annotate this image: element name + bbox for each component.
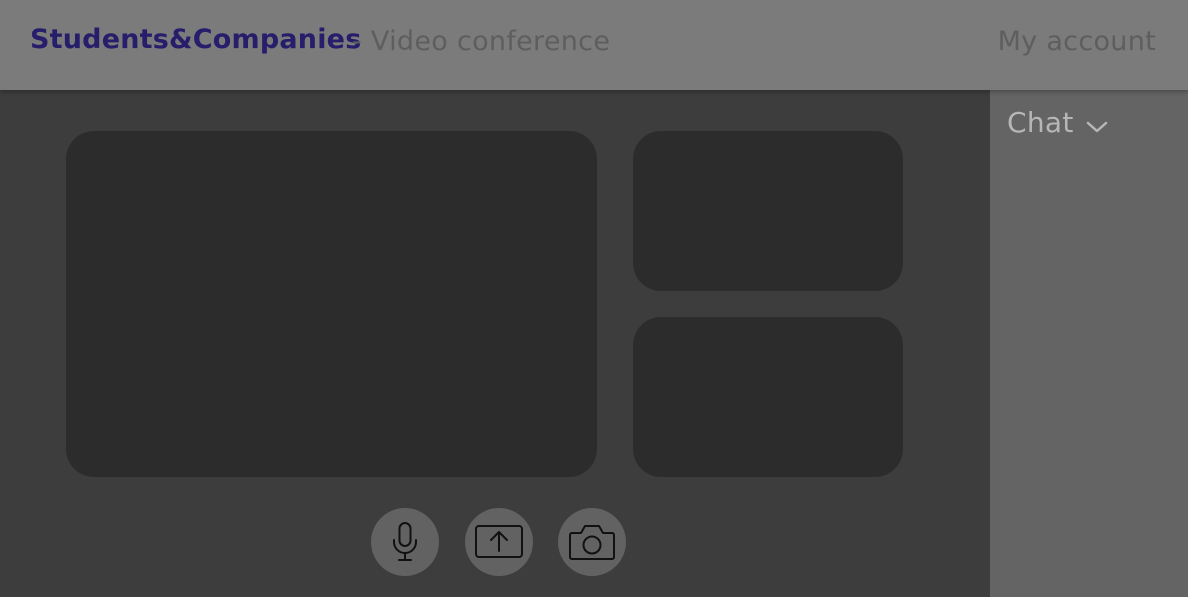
video-tile-main [66,131,597,477]
chat-sidebar: Chat [990,90,1188,597]
page-subtitle: - Video conference [352,26,611,57]
microphone-button[interactable] [371,508,439,576]
chevron-down-icon [1086,121,1107,132]
camera-button[interactable] [558,508,626,576]
top-bar: Students&Companies - Video conference My… [0,0,1188,90]
share-screen-button[interactable] [465,508,533,576]
share-screen-icon [475,525,523,558]
video-conference-app: Students&Companies - Video conference My… [0,0,1188,597]
video-stage [0,90,990,597]
chat-toggle[interactable]: Chat [1007,106,1108,139]
camera-icon [569,525,615,560]
video-tile-tertiary [633,317,903,477]
my-account-link[interactable]: My account [998,26,1156,57]
video-tile-secondary [633,131,903,291]
call-controls [0,508,990,576]
chat-title: Chat [1007,106,1074,139]
microphone-icon [393,522,417,561]
brand-logo[interactable]: Students&Companies [30,24,361,55]
